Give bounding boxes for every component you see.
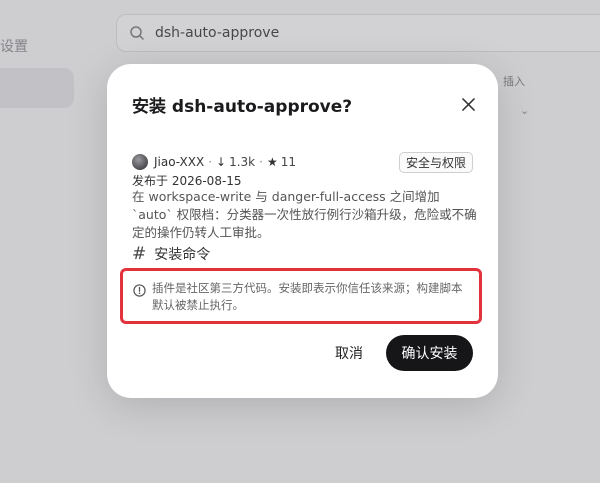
star-count: 11: [280, 155, 296, 169]
close-button[interactable]: [457, 93, 479, 115]
meta-separator: ·: [208, 155, 213, 169]
install-command-heading: # 安装命令: [132, 244, 210, 264]
plugin-meta-row: Jiao-XXX · ↓ 1.3k · ★ 11 安全与权限: [132, 151, 473, 173]
install-dialog: 安装 dsh-auto-approve? Jiao-XXX · ↓ 1.3k ·…: [107, 64, 498, 398]
author-name: Jiao-XXX: [154, 155, 205, 169]
star-icon: ★: [266, 155, 278, 169]
avatar: [132, 154, 148, 170]
section-heading-label: 安装命令: [154, 247, 211, 263]
close-icon: [461, 97, 475, 111]
download-count: 1.3k: [229, 155, 256, 169]
hash-icon: #: [132, 244, 147, 264]
confirm-install-button[interactable]: 确认安装: [386, 335, 473, 371]
published-date: 发布于 2026-08-15: [132, 174, 242, 188]
cancel-button[interactable]: 取消: [325, 335, 373, 371]
warning-box: 插件是社区第三方代码。安装即表示你信任该来源；构建脚本默认被禁止执行。: [120, 268, 482, 324]
download-arrow-icon: ↓: [216, 155, 227, 169]
warning-text: 插件是社区第三方代码。安装即表示你信任该来源；构建脚本默认被禁止执行。: [152, 281, 463, 312]
alert-circle-icon: [133, 284, 146, 297]
meta-separator: ·: [259, 155, 263, 169]
plugin-description: 在 workspace-write 与 danger-full-access 之…: [132, 189, 477, 240]
dialog-title: 安装 dsh-auto-approve?: [132, 97, 353, 117]
category-badge: 安全与权限: [398, 151, 473, 173]
